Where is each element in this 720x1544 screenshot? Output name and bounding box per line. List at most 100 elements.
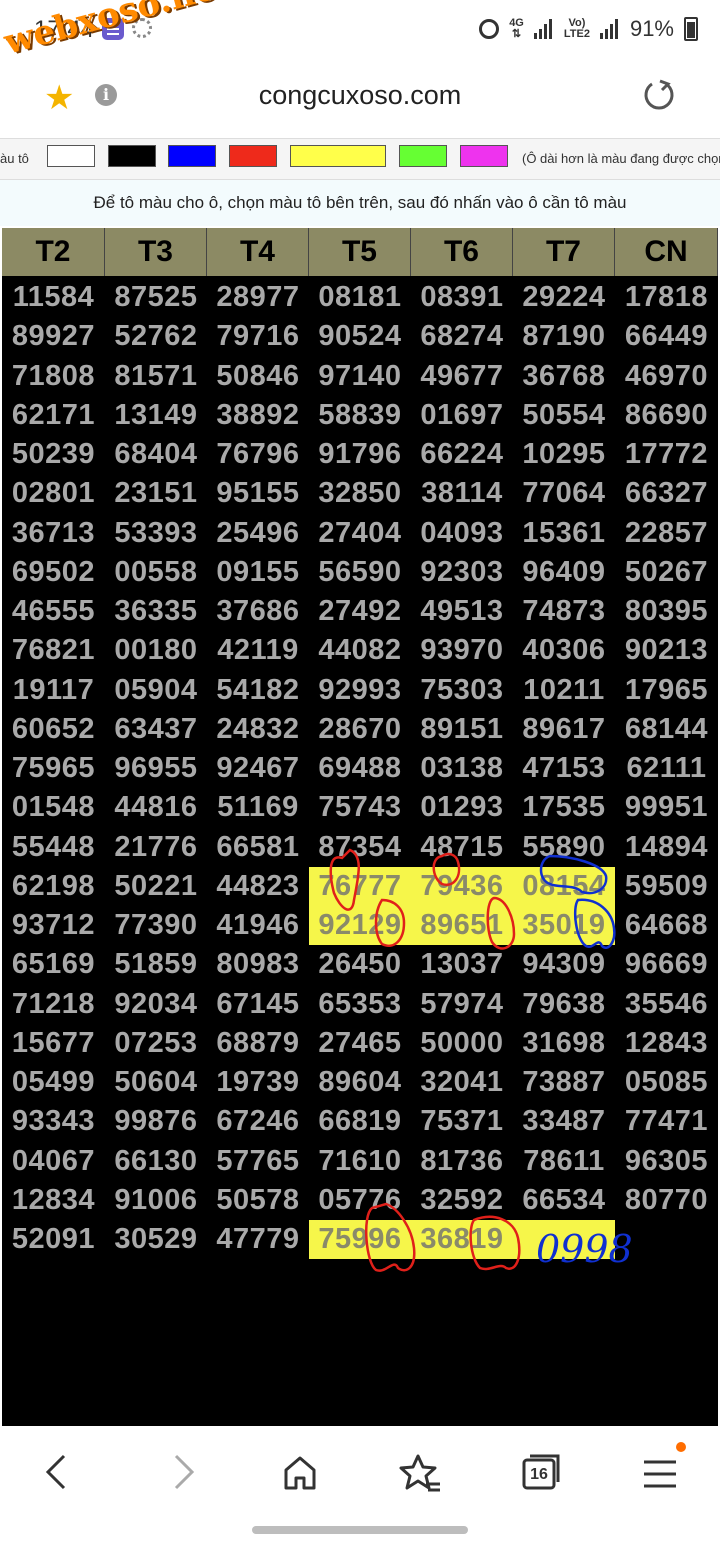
table-cell[interactable]: 55890	[513, 828, 615, 867]
table-cell[interactable]: 78611	[513, 1142, 615, 1181]
swatch-red[interactable]	[229, 145, 277, 167]
table-cell[interactable]: 49677	[411, 357, 513, 396]
table-cell[interactable]: 96305	[615, 1142, 718, 1181]
table-cell[interactable]: 92129	[309, 906, 411, 945]
table-cell[interactable]: 68404	[105, 435, 207, 474]
table-cell[interactable]: 75965	[2, 749, 105, 788]
table-cell[interactable]: 12834	[2, 1181, 105, 1220]
table-cell[interactable]: 66130	[105, 1142, 207, 1181]
table-cell[interactable]: 14894	[615, 828, 718, 867]
table-cell[interactable]: 75743	[309, 788, 411, 827]
table-cell[interactable]: 32592	[411, 1181, 513, 1220]
table-cell[interactable]: 30529	[105, 1220, 207, 1259]
table-cell[interactable]: 07253	[105, 1024, 207, 1063]
table-cell[interactable]: 41946	[207, 906, 309, 945]
table-cell[interactable]: 81736	[411, 1142, 513, 1181]
back-icon[interactable]	[36, 1450, 80, 1494]
table-cell[interactable]: 55448	[2, 828, 105, 867]
table-cell[interactable]: 01293	[411, 788, 513, 827]
table-cell[interactable]: 89604	[309, 1063, 411, 1102]
table-cell[interactable]: 37686	[207, 592, 309, 631]
table-cell[interactable]: 68274	[411, 317, 513, 356]
table-cell[interactable]: 79638	[513, 985, 615, 1024]
table-cell[interactable]: 99876	[105, 1102, 207, 1141]
table-cell[interactable]: 89651	[411, 906, 513, 945]
menu-icon[interactable]	[638, 1450, 682, 1494]
table-cell[interactable]: 75371	[411, 1102, 513, 1141]
table-cell[interactable]: 65169	[2, 945, 105, 984]
table-cell[interactable]: 73887	[513, 1063, 615, 1102]
table-cell[interactable]: 26450	[309, 945, 411, 984]
table-cell[interactable]: 27465	[309, 1024, 411, 1063]
table-cell[interactable]: 51859	[105, 945, 207, 984]
table-cell[interactable]: 44823	[207, 867, 309, 906]
table-cell[interactable]: 53393	[105, 514, 207, 553]
table-cell[interactable]: 74873	[513, 592, 615, 631]
swatch-magenta[interactable]	[460, 145, 508, 167]
table-cell[interactable]: 62111	[615, 749, 718, 788]
table-cell[interactable]: 80395	[615, 592, 718, 631]
table-cell[interactable]: 56590	[309, 553, 411, 592]
table-cell[interactable]: 97140	[309, 357, 411, 396]
table-cell[interactable]: 08181	[309, 278, 411, 317]
table-cell[interactable]: 68879	[207, 1024, 309, 1063]
swatch-black[interactable]	[108, 145, 156, 167]
swatch-yellow[interactable]	[290, 145, 386, 167]
table-cell[interactable]: 05776	[309, 1181, 411, 1220]
table-cell[interactable]: 75996	[309, 1220, 411, 1259]
table-cell[interactable]: 93343	[2, 1102, 105, 1141]
table-cell[interactable]: 46970	[615, 357, 718, 396]
table-cell[interactable]: 38114	[411, 474, 513, 513]
table-cell[interactable]: 89151	[411, 710, 513, 749]
table-cell[interactable]: 92993	[309, 671, 411, 710]
bookmarks-icon[interactable]	[398, 1450, 442, 1494]
table-cell[interactable]: 66224	[411, 435, 513, 474]
star-icon[interactable]: ★	[44, 78, 74, 118]
table-cell[interactable]: 10211	[513, 671, 615, 710]
table-cell[interactable]: 87354	[309, 828, 411, 867]
page-domain[interactable]: congcuxoso.com	[0, 80, 720, 111]
table-cell[interactable]: 05904	[105, 671, 207, 710]
table-cell[interactable]: 80983	[207, 945, 309, 984]
table-cell[interactable]: 02801	[2, 474, 105, 513]
table-cell[interactable]: 36768	[513, 357, 615, 396]
table-cell[interactable]: 96409	[513, 553, 615, 592]
table-cell[interactable]: 52762	[105, 317, 207, 356]
table-cell[interactable]: 92303	[411, 553, 513, 592]
gesture-bar[interactable]	[252, 1526, 468, 1534]
table-cell[interactable]: 36335	[105, 592, 207, 631]
table-cell[interactable]: 19739	[207, 1063, 309, 1102]
tabs-button[interactable]: 16	[518, 1450, 562, 1494]
table-cell[interactable]: 89927	[2, 317, 105, 356]
table-cell[interactable]: 10295	[513, 435, 615, 474]
table-cell[interactable]: 64668	[615, 906, 718, 945]
table-cell[interactable]: 01548	[2, 788, 105, 827]
table-cell[interactable]: 09155	[207, 553, 309, 592]
table-cell[interactable]: 17772	[615, 435, 718, 474]
table-cell[interactable]: 50578	[207, 1181, 309, 1220]
table-cell[interactable]: 13037	[411, 945, 513, 984]
table-cell[interactable]: 96955	[105, 749, 207, 788]
table-cell[interactable]: 66534	[513, 1181, 615, 1220]
table-cell[interactable]: 47153	[513, 749, 615, 788]
table-cell[interactable]: 86690	[615, 396, 718, 435]
reload-icon[interactable]	[642, 78, 676, 112]
table-cell[interactable]: 31698	[513, 1024, 615, 1063]
table-cell[interactable]: 00558	[105, 553, 207, 592]
table-cell[interactable]: 38892	[207, 396, 309, 435]
table-cell[interactable]: 00180	[105, 631, 207, 670]
table-cell[interactable]: 52091	[2, 1220, 105, 1259]
table-cell[interactable]: 25496	[207, 514, 309, 553]
table-cell[interactable]: 77471	[615, 1102, 718, 1141]
table-cell[interactable]: 11584	[2, 278, 105, 317]
table-cell[interactable]: 36713	[2, 514, 105, 553]
table-cell[interactable]: 29224	[513, 278, 615, 317]
table-cell[interactable]: 81571	[105, 357, 207, 396]
table-cell[interactable]: 50846	[207, 357, 309, 396]
table-cell[interactable]: 50604	[105, 1063, 207, 1102]
table-cell[interactable]: 24832	[207, 710, 309, 749]
table-cell[interactable]: 50239	[2, 435, 105, 474]
table-cell[interactable]: 87525	[105, 278, 207, 317]
table-cell[interactable]: 01697	[411, 396, 513, 435]
swatch-white[interactable]	[47, 145, 95, 167]
